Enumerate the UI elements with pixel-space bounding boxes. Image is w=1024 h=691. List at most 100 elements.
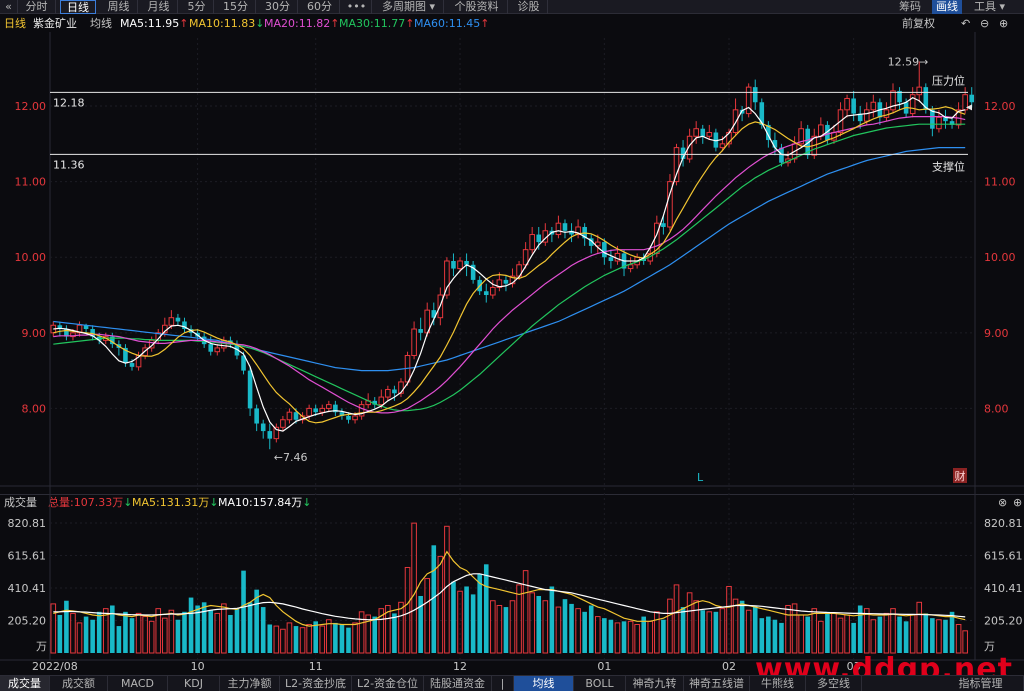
- volume-bar: [404, 566, 411, 654]
- candle-body: [260, 423, 266, 432]
- candle-body: [208, 344, 214, 352]
- undo-icon[interactable]: ↶: [961, 16, 970, 32]
- tab-l2-position[interactable]: L2-资金仓位: [352, 676, 424, 691]
- volume-bar: [477, 573, 482, 653]
- volume-bar: [148, 620, 155, 654]
- collapse-icon[interactable]: |: [492, 676, 514, 691]
- tab-five-lines[interactable]: 神奇五线谱: [684, 676, 750, 691]
- volume-unit-left: 万: [36, 640, 47, 653]
- volume-bar: [280, 628, 286, 654]
- volume-bar: [779, 622, 784, 653]
- tab-60min[interactable]: 60分: [300, 0, 340, 14]
- volume-bar: [162, 617, 168, 654]
- candle-body: [444, 260, 450, 296]
- kline-chart[interactable]: 12.18 11.36 压力位支撑位 12.59→ ←7.46 L 财 8.00 8.00 9.…: [0, 32, 1024, 675]
- volume-bar: [299, 627, 306, 654]
- tab-indicator-manage[interactable]: 指标管理: [938, 676, 1024, 691]
- more-periods-icon[interactable]: •••: [342, 0, 372, 14]
- volume-bar: [64, 600, 69, 653]
- volume-bar: [418, 595, 423, 653]
- volume-bar: [339, 624, 345, 653]
- tab-northbound[interactable]: 陆股通资金: [424, 676, 492, 691]
- candle-body: [392, 389, 397, 394]
- tab-nine-turn[interactable]: 神奇九转: [626, 676, 684, 691]
- price-tick-right: 8.00: [984, 402, 1009, 415]
- stock-profile-button[interactable]: 个股资料: [446, 0, 508, 14]
- candle-body: [844, 97, 850, 111]
- ma-label[interactable]: 均线: [90, 16, 112, 32]
- price-tick-left: 10.00: [15, 251, 47, 264]
- chips-button[interactable]: 筹码: [899, 0, 921, 14]
- tools-dropdown[interactable]: 工具 ▾: [974, 0, 1005, 14]
- volume-bar: [634, 623, 640, 654]
- volume-bar: [693, 600, 699, 654]
- volume-bar: [228, 614, 233, 653]
- volume-bar: [916, 601, 923, 654]
- volume-bar: [76, 622, 83, 654]
- support-label: 支撑位: [932, 159, 965, 173]
- volume-bar: [575, 608, 581, 654]
- axes: 8.00 8.00 9.00 9.00 10.00 10.00 11.00 11.00 12.0…: [8, 100, 1023, 673]
- zoom-in-icon[interactable]: ⊕: [999, 16, 1008, 32]
- candle-body: [752, 87, 758, 103]
- diagnose-button[interactable]: 诊股: [510, 0, 548, 14]
- volume-bar: [549, 586, 555, 653]
- volume-bar: [752, 605, 758, 653]
- multi-period-dropdown[interactable]: 多周期图 ▾: [374, 0, 444, 14]
- back-chevron-icon[interactable]: «: [0, 0, 18, 14]
- tab-kdj[interactable]: KDJ: [168, 676, 220, 691]
- tab-30min[interactable]: 30分: [258, 0, 298, 14]
- finance-badge-label: 财: [955, 469, 966, 483]
- tab-macd[interactable]: MACD: [108, 676, 168, 691]
- annotations: 12.18 11.36 压力位支撑位 12.59→ ←7.46 L 财: [50, 55, 972, 484]
- volume-bar: [647, 620, 654, 654]
- volume-bar: [641, 616, 647, 653]
- tab-l2-bottom[interactable]: L2-资金抄底: [280, 676, 352, 691]
- volume-bar: [870, 619, 877, 654]
- candle-body: [254, 408, 259, 424]
- tab-main-net[interactable]: 主力净额: [220, 676, 280, 691]
- tab-intraday[interactable]: 分时: [18, 0, 56, 14]
- price-tick-right: 12.00: [984, 100, 1016, 113]
- volume-bar: [555, 606, 562, 654]
- volume-bar: [326, 619, 332, 654]
- volume-bar: [883, 612, 890, 654]
- volume-bar: [110, 605, 115, 653]
- tab-15min[interactable]: 15分: [216, 0, 256, 14]
- candle-body: [267, 431, 273, 439]
- ma-lines: [53, 97, 966, 432]
- volume-bar: [811, 608, 818, 654]
- tab-long-short[interactable]: 多空线: [806, 676, 862, 691]
- volume-tick-right: 410.41: [984, 582, 1023, 595]
- volume-bar: [286, 622, 293, 654]
- tab-weekly[interactable]: 周线: [100, 0, 138, 14]
- volume-bar: [949, 611, 955, 653]
- tab-5min[interactable]: 5分: [180, 0, 214, 14]
- high-price-label: 12.59→: [888, 55, 929, 68]
- draw-line-button[interactable]: 画线: [932, 0, 962, 14]
- time-tick: 10: [191, 660, 205, 673]
- price-tick-left: 11.00: [15, 176, 47, 189]
- adjust-mode-dropdown[interactable]: 前复权: [902, 16, 935, 32]
- volume-bar: [352, 622, 358, 654]
- volume-bar: [857, 605, 863, 653]
- tab-volume[interactable]: 成交量: [0, 676, 50, 691]
- tab-turnover[interactable]: 成交额: [50, 676, 108, 691]
- volume-bar: [825, 611, 830, 653]
- ma30-value: MA30:11.77↑: [339, 17, 415, 30]
- volume-bar: [608, 619, 614, 653]
- ma10-value: MA10:11.83↓: [189, 17, 265, 30]
- volume-bar: [346, 627, 351, 653]
- zoom-out-icon[interactable]: ⊖: [980, 16, 989, 32]
- tab-ma[interactable]: 均线: [514, 676, 574, 691]
- volume-bar: [201, 602, 207, 653]
- tab-monthly[interactable]: 月线: [140, 0, 178, 14]
- volume-bar: [306, 623, 312, 654]
- volume-bar: [536, 595, 542, 653]
- volume-bar: [333, 622, 338, 653]
- volume-bar: [398, 601, 404, 654]
- tab-boll[interactable]: BOLL: [574, 676, 626, 691]
- tab-bull-bear[interactable]: 牛熊线: [750, 676, 806, 691]
- volume-bar: [90, 619, 95, 653]
- tab-daily[interactable]: 日线: [60, 0, 96, 14]
